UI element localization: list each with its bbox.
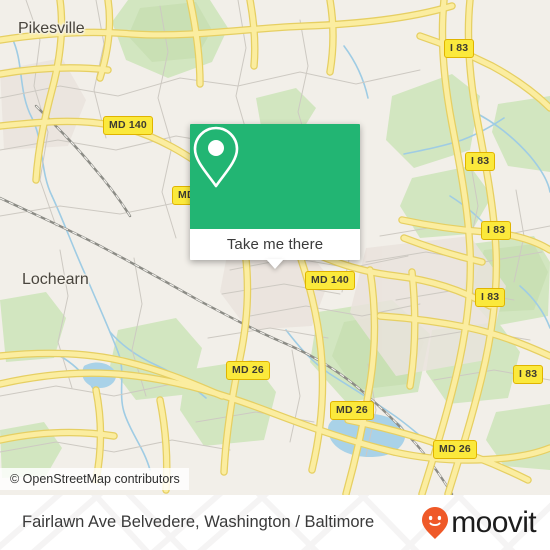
popup-card-pointer — [266, 259, 284, 269]
place-label-pikesville: Pikesville — [18, 20, 85, 37]
road-shield-md-140-west: MD 140 — [103, 116, 153, 135]
road-shield-i-83-bottom: I 83 — [513, 365, 544, 384]
road-shield-md-26-center: MD 26 — [330, 401, 374, 420]
location-pin-icon — [193, 126, 239, 188]
road-shield-i-83-upper: I 83 — [465, 152, 496, 171]
moovit-smiley-pin-icon — [422, 506, 449, 539]
road-shield-i-83-top: I 83 — [444, 39, 475, 58]
road-shield-md-140-center: MD 140 — [305, 271, 355, 290]
take-me-there-label: Take me there — [226, 236, 324, 253]
moovit-brand[interactable]: moovit — [421, 495, 537, 550]
place-label-lochearn: Lochearn — [22, 271, 89, 288]
moovit-wordmark: moovit — [451, 505, 536, 539]
road-shield-i-83-middle: I 83 — [481, 221, 512, 240]
map-screenshot: Pikesville Lochearn MD 140 MD MD 140 MD … — [0, 0, 550, 550]
footer-title-text: Fairlawn Ave Belvedere, Washington / Bal… — [22, 513, 375, 531]
popup-card-header — [190, 124, 360, 229]
footer-bar: Fairlawn Ave Belvedere, Washington / Bal… — [0, 495, 550, 550]
road-shield-i-83-lower: I 83 — [475, 288, 506, 307]
footer-location-title: Fairlawn Ave Belvedere, Washington / Bal… — [22, 495, 374, 550]
road-shield-md-26-west: MD 26 — [226, 361, 270, 380]
map-attribution[interactable]: © OpenStreetMap contributors — [0, 468, 189, 490]
road-shield-md-26-east: MD 26 — [433, 440, 477, 459]
map-canvas[interactable]: Pikesville Lochearn MD 140 MD MD 140 MD … — [0, 0, 550, 495]
take-me-there-button[interactable]: Take me there — [190, 229, 360, 260]
location-popup-card[interactable]: Take me there — [190, 124, 360, 260]
attribution-text: © OpenStreetMap contributors — [10, 472, 180, 486]
